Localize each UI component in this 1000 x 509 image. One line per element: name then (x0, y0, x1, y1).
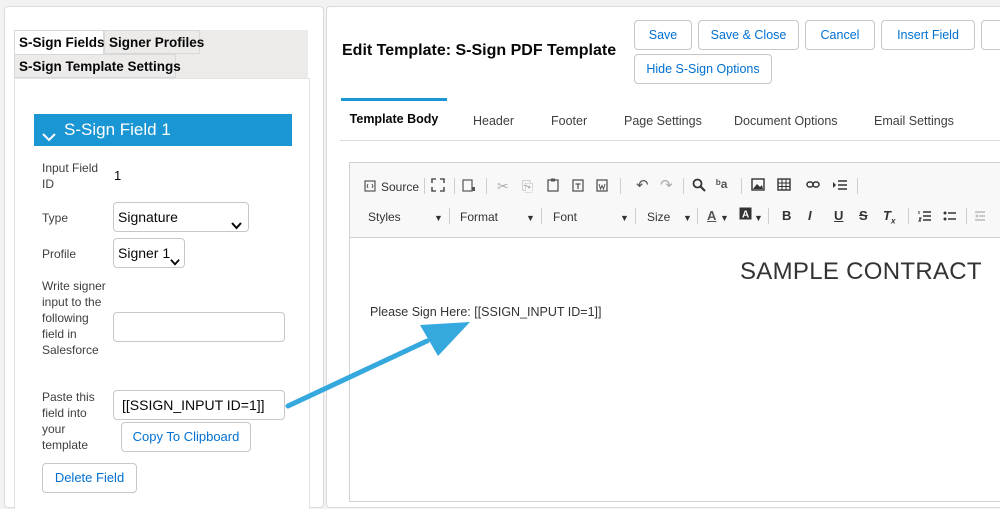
tab-sign-fields[interactable]: S-Sign Fields (14, 30, 105, 54)
hide-options-button[interactable]: Hide S-Sign Options (634, 54, 772, 84)
find-icon[interactable] (692, 178, 706, 195)
tab-document-options[interactable]: Document Options (734, 114, 838, 128)
strikethrough-icon[interactable]: S (859, 208, 868, 224)
format-dropdown[interactable]: Format (460, 210, 498, 224)
cut-icon[interactable]: ✂ (497, 178, 509, 194)
toolbar-separator (908, 208, 909, 224)
redo-icon[interactable]: ↷ (660, 178, 673, 194)
numbered-list-icon[interactable] (918, 209, 932, 225)
insert-field-button[interactable]: Insert Field (881, 20, 975, 50)
tabs-divider (340, 140, 1000, 141)
underline-icon[interactable]: U (834, 208, 843, 224)
tab-header[interactable]: Header (473, 114, 514, 128)
toolbar-separator (454, 178, 455, 194)
save-close-button[interactable]: Save & Close (698, 20, 799, 50)
preview-icon[interactable] (462, 178, 476, 195)
paste-text-icon[interactable] (572, 178, 584, 195)
toolbar-separator (635, 208, 636, 224)
toolbar-separator (741, 178, 742, 194)
merge-tag-input[interactable]: [[SSIGN_INPUT ID=1]] (113, 390, 285, 420)
link-icon[interactable] (806, 178, 820, 194)
toolbar-separator (486, 178, 487, 194)
bulleted-list-icon[interactable] (943, 209, 957, 225)
delete-field-button[interactable]: Delete Field (42, 463, 137, 493)
toolbar-separator (620, 178, 621, 194)
italic-icon[interactable]: I (808, 208, 812, 224)
paste-icon[interactable] (547, 178, 559, 195)
toolbar-separator (857, 178, 858, 194)
profile-select-value: Signer 1 (118, 245, 171, 261)
profile-label: Profile (42, 247, 77, 261)
field-section-title: S-Sign Field 1 (64, 120, 171, 139)
source-button-label[interactable]: Source (381, 180, 419, 194)
copy-icon[interactable]: ⎘ (522, 178, 533, 194)
profile-select[interactable]: Signer 1 (113, 238, 185, 268)
caret-down-icon: ▼ (620, 213, 629, 223)
size-dropdown[interactable]: Size (647, 210, 670, 224)
text-color-icon[interactable]: A (707, 208, 716, 224)
background-color-icon[interactable]: A (739, 207, 752, 223)
undo-icon[interactable]: ↶ (636, 178, 649, 194)
copy-to-clipboard-button[interactable]: Copy To Clipboard (121, 422, 251, 452)
chevron-down-icon (231, 212, 242, 240)
tab-template-settings[interactable]: S-Sign Template Settings (14, 54, 181, 78)
caret-down-icon: ▼ (720, 213, 729, 223)
tab-footer[interactable]: Footer (551, 114, 587, 128)
paste-field-label: Paste this field into your template (42, 390, 95, 452)
caret-down-icon: ▼ (526, 213, 535, 223)
table-icon[interactable] (777, 178, 791, 194)
type-select[interactable]: Signature (113, 202, 249, 232)
write-signer-input-label: Write signer input to the following fiel… (42, 279, 106, 357)
contract-title: SAMPLE CONTRACT (740, 258, 982, 285)
styles-dropdown[interactable]: Styles (368, 210, 401, 224)
maximize-icon[interactable] (431, 178, 445, 195)
type-select-value: Signature (118, 209, 178, 225)
input-field-id-label: Input Field ID (42, 161, 99, 191)
toolbar-separator (424, 178, 425, 194)
svg-text:A: A (742, 210, 749, 221)
overflow-button[interactable] (981, 20, 1000, 50)
page-title: Edit Template: S-Sign PDF Template (342, 42, 617, 59)
outdent-icon[interactable] (974, 209, 986, 225)
save-button[interactable]: Save (634, 20, 692, 50)
font-dropdown[interactable]: Font (553, 210, 577, 224)
field-section-header[interactable]: S-Sign Field 1 (34, 114, 292, 146)
caret-down-icon: ▼ (754, 213, 763, 223)
tab-page-settings[interactable]: Page Settings (624, 114, 702, 128)
toolbar-separator (449, 208, 450, 224)
caret-down-icon: ▼ (683, 213, 692, 223)
chevron-down-icon (42, 123, 56, 155)
replace-icon[interactable]: ᵇa (716, 176, 727, 192)
paste-word-icon[interactable] (596, 178, 608, 195)
cancel-button[interactable]: Cancel (805, 20, 875, 50)
bold-icon[interactable]: B (782, 208, 791, 224)
tab-template-body[interactable]: Template Body (341, 98, 447, 140)
signature-placeholder-text: Please Sign Here: [[SSIGN_INPUT ID=1]] (370, 305, 602, 319)
remove-format-icon[interactable]: Tx (883, 208, 895, 230)
salesforce-field-input[interactable] (113, 312, 285, 342)
toolbar-separator (683, 178, 684, 194)
chevron-down-icon (170, 248, 180, 276)
page-break-icon[interactable] (832, 178, 848, 194)
tab-signer-profiles[interactable]: Signer Profiles (104, 30, 204, 54)
type-label: Type (42, 211, 69, 225)
source-icon[interactable] (364, 179, 376, 195)
toolbar-separator (966, 208, 967, 224)
toolbar-separator (697, 208, 698, 224)
tab-email-settings[interactable]: Email Settings (874, 114, 954, 128)
editor-toolbar (350, 163, 1000, 238)
toolbar-separator (768, 208, 769, 224)
image-icon[interactable] (751, 178, 765, 194)
caret-down-icon: ▼ (434, 213, 443, 223)
input-field-id-value: 1 (114, 168, 122, 183)
toolbar-separator (541, 208, 542, 224)
